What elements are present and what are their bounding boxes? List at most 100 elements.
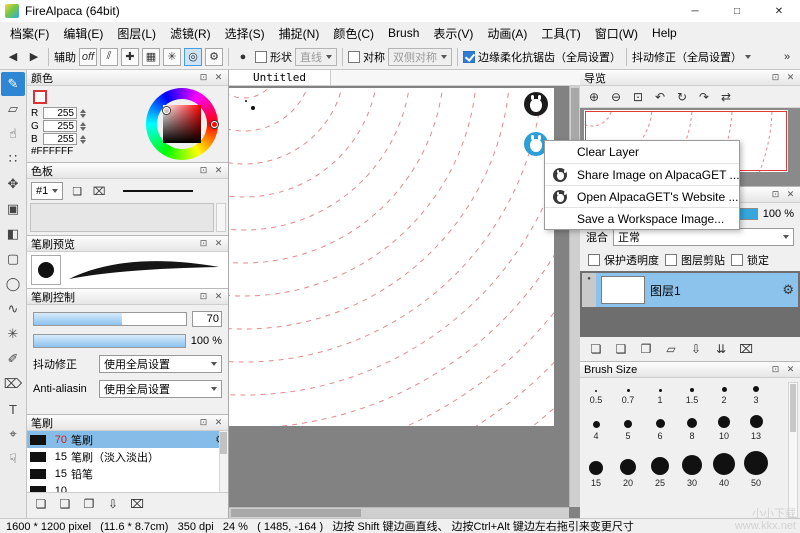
brush-size-option[interactable]: 30 [676, 451, 708, 488]
menu-help[interactable]: Help [645, 23, 684, 43]
tool-hand[interactable]: ☟ [1, 447, 25, 471]
menu-item-share-image[interactable]: Share Image on AlpacaGET ... [545, 163, 739, 185]
tool-dot[interactable]: ∷ [1, 147, 25, 171]
palette-list[interactable] [30, 203, 214, 232]
brush-size-option[interactable]: 3 [740, 386, 772, 405]
menu-select[interactable]: 选择(S) [218, 22, 272, 45]
menu-snap[interactable]: 捕捉(N) [272, 22, 327, 45]
menu-layer[interactable]: 图层(L) [110, 22, 163, 45]
gear-icon[interactable]: ⚙ [782, 282, 794, 298]
brush-size-option[interactable]: 25 [644, 451, 676, 488]
menu-file[interactable]: 档案(F) [3, 22, 56, 45]
new-layer-icon[interactable]: ❏ [588, 341, 604, 357]
lock-checkbox[interactable] [731, 254, 743, 266]
menu-item-save-workspace-image[interactable]: Save a Workspace Image... [545, 207, 739, 229]
hue-marker[interactable] [211, 121, 218, 128]
brush-list-scrollbar[interactable] [219, 431, 228, 492]
brush-size-scrollbar[interactable] [788, 382, 798, 518]
spinner-icon[interactable] [80, 122, 86, 131]
layer-visibility-icon[interactable]: ● [582, 273, 596, 307]
palette-scrollbar[interactable] [216, 203, 226, 232]
flip-horizontal-icon[interactable]: ⇄ [718, 89, 734, 105]
brush-size-slider[interactable] [33, 312, 187, 326]
brush-size-option[interactable]: 1.5 [676, 386, 708, 405]
antialias-setting-dropdown[interactable]: 使用全局设置 [99, 380, 222, 398]
zoom-in-icon[interactable]: ⊕ [586, 89, 602, 105]
float-panel-icon[interactable]: ⊡ [770, 72, 781, 83]
brush-list-item[interactable]: 70 笔刷 ⚙ [27, 431, 228, 448]
brush-size-option[interactable]: 2 [708, 386, 740, 405]
document-tab[interactable]: Untitled [229, 70, 331, 85]
menu-brush[interactable]: Brush [381, 23, 426, 43]
canvas-paper[interactable] [229, 88, 554, 426]
brush-size-option[interactable]: 1 [644, 386, 676, 405]
brush-size-option[interactable]: 15 [580, 451, 612, 488]
brush-size-option[interactable]: 0.7 [612, 386, 644, 405]
brush-size-input[interactable] [192, 311, 222, 327]
new-brush-icon[interactable]: ❏ [33, 496, 49, 512]
spinner-icon[interactable] [80, 109, 86, 118]
delete-layer-icon[interactable]: ⌧ [738, 341, 754, 357]
rotate-right-icon[interactable]: ↷ [696, 89, 712, 105]
new-brush-folder-icon[interactable]: ❑ [57, 496, 73, 512]
g-input[interactable] [43, 120, 77, 132]
menu-item-clear-layer[interactable]: Clear Layer [545, 141, 739, 163]
shape-checkbox[interactable] [255, 51, 267, 63]
brush-list-item[interactable]: 15 铅笔 [27, 465, 228, 482]
new-swatch-icon[interactable]: ❏ [69, 183, 85, 199]
shape-type-dropdown[interactable]: 直线 [295, 48, 337, 66]
float-panel-icon[interactable]: ⊡ [198, 417, 209, 428]
brush-list-item[interactable]: 10 [27, 482, 228, 493]
palette-set-dropdown[interactable]: #1 [31, 182, 63, 200]
brush-size-option[interactable]: 40 [708, 451, 740, 488]
antialias-checkbox[interactable] [463, 51, 475, 63]
merge-layer-icon[interactable]: ⇩ [688, 341, 704, 357]
clipping-checkbox[interactable] [665, 254, 677, 266]
snap-settings-icon[interactable]: ⚙ [205, 48, 223, 66]
symmetry-type-dropdown[interactable]: 双侧对称 [388, 48, 452, 66]
menu-filter[interactable]: 滤镜(R) [163, 22, 218, 45]
r-input[interactable] [43, 107, 77, 119]
close-panel-icon[interactable]: ✕ [213, 165, 224, 176]
brush-size-option[interactable]: 5 [612, 415, 644, 441]
tool-text[interactable]: T [1, 397, 25, 421]
duplicate-brush-icon[interactable]: ❐ [81, 496, 97, 512]
snap-circle-icon[interactable]: ◎ [184, 48, 202, 66]
canvas-viewport[interactable] [229, 86, 569, 507]
close-panel-icon[interactable]: ✕ [785, 72, 796, 83]
delete-brush-icon[interactable]: ⌧ [129, 496, 145, 512]
tool-ellipse-select[interactable]: ◯ [1, 272, 25, 296]
tool-gradient[interactable]: ◧ [1, 222, 25, 246]
alpaca-avatar-button[interactable] [524, 92, 548, 116]
brush-tip-icon[interactable]: ● [234, 48, 252, 66]
tool-magic-wand[interactable]: ✳ [1, 322, 25, 346]
brush-size-option[interactable]: 8 [676, 415, 708, 441]
snap-off-button[interactable]: off [79, 48, 97, 66]
delete-swatch-icon[interactable]: ⌧ [91, 183, 107, 199]
chevron-down-icon[interactable] [745, 55, 751, 59]
rotate-reset-icon[interactable]: ↻ [674, 89, 690, 105]
float-panel-icon[interactable]: ⊡ [770, 364, 781, 375]
snap-parallel-icon[interactable]: ⫽ [100, 48, 118, 66]
zoom-out-icon[interactable]: ⊖ [608, 89, 624, 105]
maximize-button[interactable]: □ [716, 0, 758, 22]
snap-grid-icon[interactable]: ▦ [142, 48, 160, 66]
brush-size-option[interactable]: 0.5 [580, 386, 612, 405]
menu-window[interactable]: 窗口(W) [588, 22, 645, 45]
current-color-swatch[interactable] [33, 90, 47, 104]
tool-select-pen[interactable]: ✐ [1, 347, 25, 371]
tool-rect-select[interactable]: ▢ [1, 247, 25, 271]
brush-size-option[interactable]: 20 [612, 451, 644, 488]
tool-finger[interactable]: ☝ [1, 122, 25, 146]
layer-row[interactable]: ● 图层1 ⚙ [582, 273, 798, 307]
snap-radial-icon[interactable]: ✳ [163, 48, 181, 66]
close-panel-icon[interactable]: ✕ [213, 291, 224, 302]
import-brush-icon[interactable]: ⇩ [105, 496, 121, 512]
float-panel-icon[interactable]: ⊡ [770, 189, 781, 200]
menu-edit[interactable]: 编辑(E) [56, 22, 110, 45]
brush-size-option[interactable]: 6 [644, 415, 676, 441]
blend-mode-dropdown[interactable]: 正常 [613, 228, 794, 246]
tool-bucket[interactable]: ▣ [1, 197, 25, 221]
close-panel-icon[interactable]: ✕ [785, 364, 796, 375]
tool-brush[interactable]: ✎ [1, 72, 25, 96]
